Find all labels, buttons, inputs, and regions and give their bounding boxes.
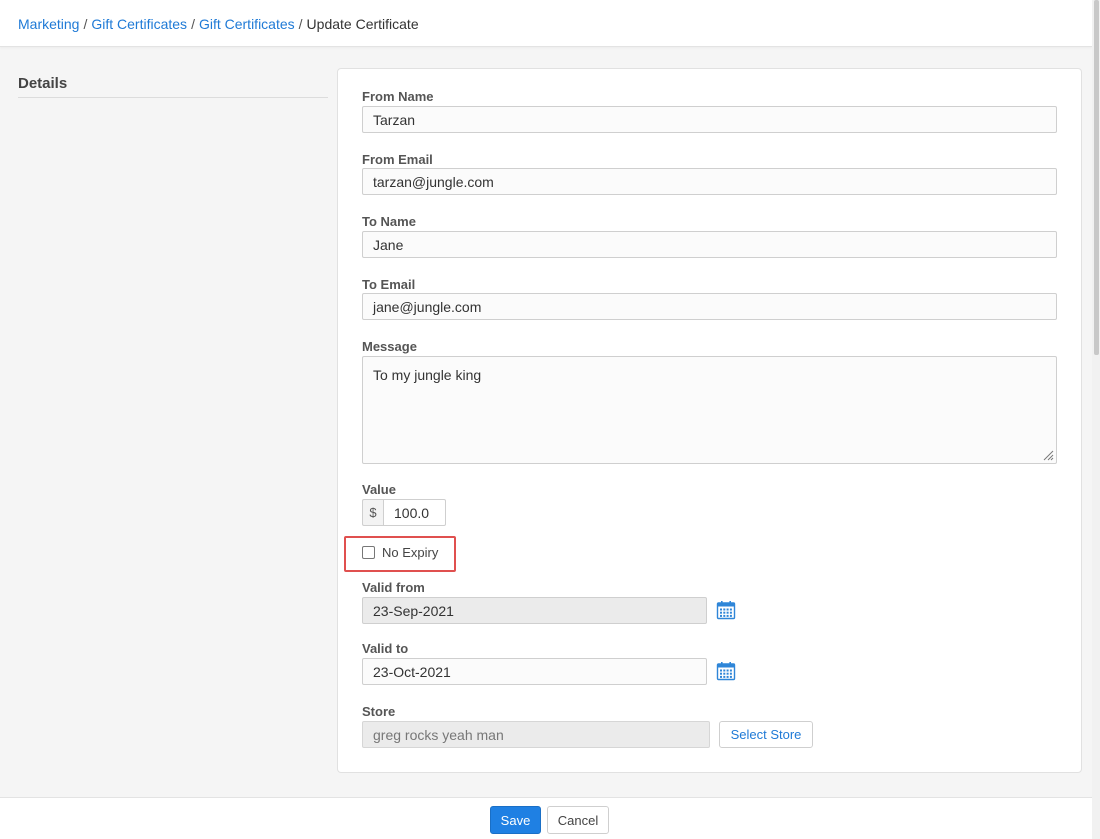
from-email-input[interactable]: tarzan@jungle.com (362, 168, 1057, 195)
section-title-details: Details (18, 75, 328, 98)
from-name-label: From Name (362, 89, 434, 104)
valid-from-label: Valid from (362, 580, 425, 595)
breadcrumb: Marketing / Gift Certificates / Gift Certifi… (18, 16, 1074, 32)
no-expiry-checkbox[interactable] (362, 546, 375, 559)
select-store-button[interactable]: Select Store (719, 721, 813, 748)
from-name-input[interactable]: Tarzan (362, 106, 1057, 133)
breadcrumb-current: Update Certificate (306, 16, 419, 32)
to-name-input[interactable]: Jane (362, 231, 1057, 258)
to-name-label: To Name (362, 214, 416, 229)
valid-from-input: 23-Sep-2021 (362, 597, 707, 624)
save-button[interactable]: Save (490, 806, 541, 834)
breadcrumb-marketing[interactable]: Marketing (18, 16, 79, 32)
valid-to-label: Valid to (362, 641, 409, 656)
cancel-button[interactable]: Cancel (547, 806, 609, 834)
no-expiry-label[interactable]: No Expiry (382, 545, 438, 560)
breadcrumb-gift-certificates-list[interactable]: Gift Certificates (199, 16, 295, 32)
breadcrumb-separator: / (298, 16, 303, 32)
breadcrumb-separator: / (83, 16, 88, 32)
value-label: Value (362, 482, 396, 497)
store-label: Store (362, 704, 396, 719)
breadcrumb-separator: / (191, 16, 195, 32)
scrollbar-thumb[interactable] (1094, 0, 1099, 355)
message-text: To my jungle king (373, 367, 482, 383)
store-input: greg rocks yeah man (362, 721, 710, 748)
message-textarea[interactable]: To my jungle king (362, 356, 1057, 464)
currency-prefix: $ (362, 499, 383, 526)
valid-to-input[interactable]: 23-Oct-2021 (362, 658, 707, 685)
resize-grip-icon[interactable] (1042, 449, 1054, 461)
header: Marketing / Gift Certificates / Gift Certifi… (0, 0, 1092, 47)
footer-bar (0, 797, 1092, 839)
calendar-icon[interactable] (716, 600, 736, 620)
from-email-label: From Email (362, 152, 433, 167)
calendar-icon[interactable] (716, 661, 736, 681)
value-input[interactable]: 100.0 (383, 499, 446, 526)
message-label: Message (362, 339, 417, 354)
to-email-label: To Email (362, 277, 416, 292)
to-email-input[interactable]: jane@jungle.com (362, 293, 1057, 320)
value-input-group: $ 100.0 (362, 499, 446, 526)
breadcrumb-gift-certificates[interactable]: Gift Certificates (91, 16, 187, 32)
